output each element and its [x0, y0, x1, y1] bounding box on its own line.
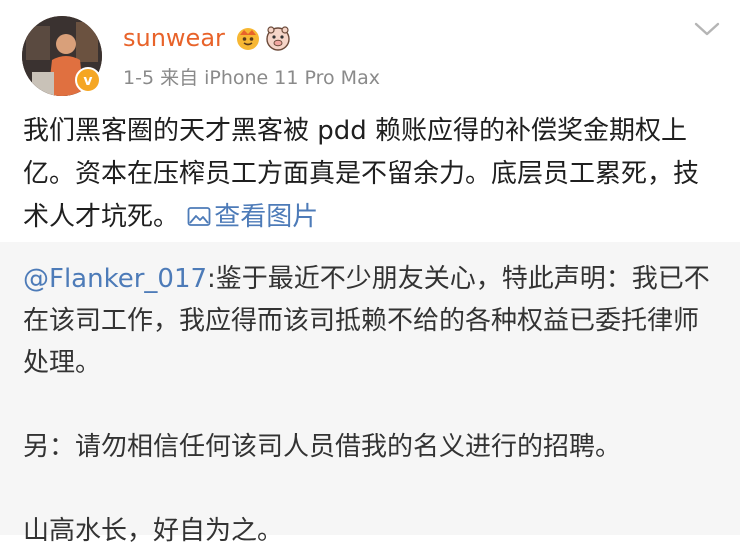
svg-text:v: v: [83, 73, 92, 89]
pig-face-badge-icon: [266, 26, 290, 51]
repost-text: @Flanker_017:鉴于最近不少朋友关心，特此声明：我已不在该司工作，我应…: [23, 258, 723, 552]
repost-paragraph: @Flanker_017:鉴于最近不少朋友关心，特此声明：我已不在该司工作，我应…: [23, 258, 723, 384]
post-text: 我们黑客圈的天才黑客被 pdd 赖账应得的补偿奖金期权上亿。资本在压榨员工方面真…: [23, 116, 700, 232]
repost-paragraph: 山高水长，好自为之。: [23, 516, 284, 546]
chevron-down-icon[interactable]: [693, 20, 721, 38]
post-content: 我们黑客圈的天才黑客被 pdd 赖账应得的补偿奖金期权上亿。资本在压榨员工方面真…: [23, 110, 723, 239]
verified-badge-icon: v: [75, 67, 101, 93]
crown-badge-icon: [237, 28, 259, 50]
repost-box[interactable]: @Flanker_017:鉴于最近不少朋友关心，特此声明：我已不在该司工作，我应…: [0, 242, 740, 546]
view-image-link[interactable]: 查看图片: [187, 202, 318, 232]
repost-paragraph: 另：请勿相信任何该司人员借我的名义进行的招聘。: [23, 432, 622, 462]
mention-link[interactable]: @Flanker_017: [23, 264, 207, 294]
view-image-label: 查看图片: [214, 202, 319, 232]
post-meta: 1-5 来自 iPhone 11 Pro Max: [123, 67, 380, 89]
username[interactable]: sunwear: [123, 22, 225, 54]
image-icon: [187, 207, 211, 226]
weibo-post: v sunwear 1-5 来自 iPhone 11 Pro Max 我们黑客圈…: [0, 0, 740, 242]
